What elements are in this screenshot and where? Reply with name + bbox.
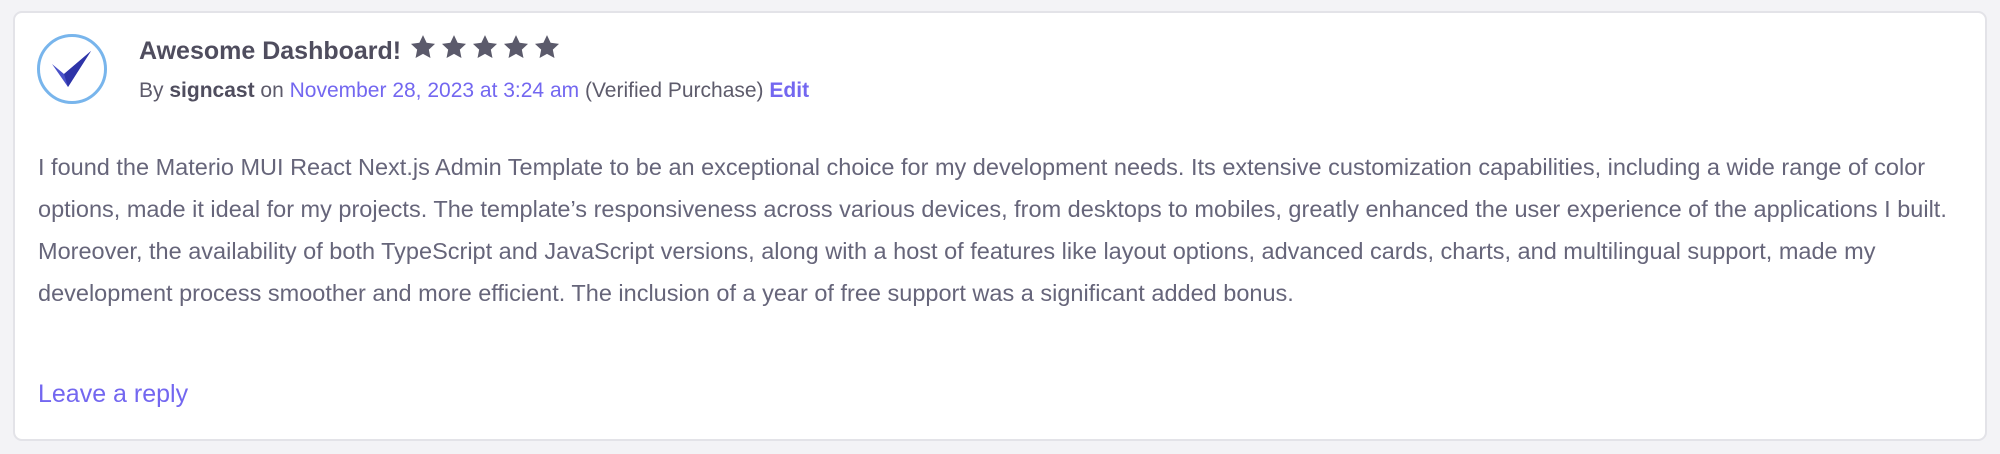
leave-reply-link[interactable]: Leave a reply <box>38 380 188 409</box>
checkmark-logo-icon <box>52 51 91 87</box>
on-text: on <box>260 79 284 102</box>
review-author: signcast <box>169 79 255 102</box>
by-prefix: By <box>139 79 164 102</box>
review-meta: By signcast on November 28, 2023 at 3:24… <box>139 79 1955 103</box>
review-date: November 28, 2023 at 3:24 am <box>289 79 580 102</box>
star-icon <box>502 33 533 63</box>
review-card: Awesome Dashboard! By signcast on Novemb… <box>13 11 1987 441</box>
review-body: I found the Materio MUI React Next.js Ad… <box>38 154 1947 306</box>
title-row: Awesome Dashboard! <box>139 29 1955 73</box>
star-icon <box>533 33 564 63</box>
star-icon <box>471 33 502 63</box>
review-title: Awesome Dashboard! <box>139 36 402 65</box>
review-header: Awesome Dashboard! By signcast on Novemb… <box>139 29 1955 103</box>
reviewer-avatar <box>37 34 107 104</box>
star-rating <box>409 33 564 63</box>
star-icon <box>409 33 440 63</box>
verified-label: (Verified Purchase) <box>584 79 764 102</box>
star-icon <box>440 33 471 63</box>
edit-link[interactable]: Edit <box>769 79 809 102</box>
